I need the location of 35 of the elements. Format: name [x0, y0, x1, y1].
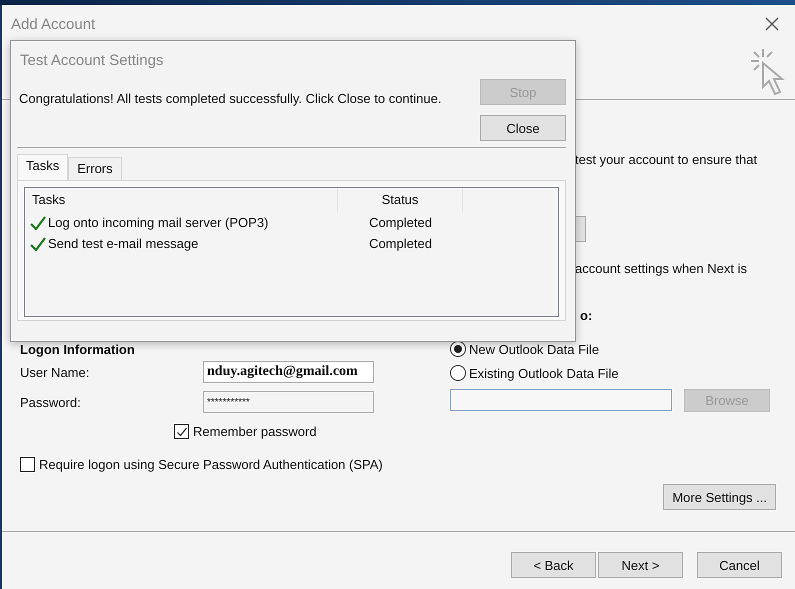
- file-path-field[interactable]: [450, 389, 672, 411]
- section-heading: o:: [579, 308, 594, 323]
- tab[interactable]: Errors: [68, 157, 122, 180]
- field-label: Password:: [20, 394, 82, 410]
- radio-label: Existing Outlook Data File: [469, 366, 619, 380]
- password-field[interactable]: ***********: [203, 391, 374, 413]
- footer-button[interactable]: Next >: [598, 552, 683, 578]
- task-status: Completed: [368, 215, 433, 230]
- radio-button[interactable]: [450, 341, 466, 357]
- window-title: Add Account: [11, 16, 96, 32]
- checkbox-label: Require logon using Secure Password Authentication (SPA): [39, 457, 383, 472]
- radio-label: New Outlook Data File: [469, 342, 600, 356]
- user-name-field[interactable]: nduy.agitech@gmail.com: [203, 361, 374, 383]
- section-heading: Logon Information: [20, 342, 136, 357]
- footer-button[interactable]: Cancel: [697, 552, 782, 578]
- column-header[interactable]: Tasks: [25, 188, 338, 212]
- status-message: Congratulations! All tests completed successfully. Click Close to continue.: [19, 91, 442, 108]
- description-text: test your account to ensure that: [574, 152, 758, 168]
- task-name: Log onto incoming mail server (POP3): [48, 215, 268, 230]
- cursor-sparkle-icon: [749, 47, 785, 97]
- description-text: account settings when Next is: [574, 261, 748, 276]
- dialog-title: Test Account Settings: [20, 52, 164, 69]
- checkbox[interactable]: [174, 424, 189, 439]
- close-button[interactable]: Close: [480, 115, 566, 141]
- radio-button[interactable]: [450, 365, 466, 381]
- more-settings-button[interactable]: More Settings ...: [663, 484, 776, 510]
- task-status: Completed: [368, 236, 433, 251]
- footer-button[interactable]: < Back: [511, 552, 596, 578]
- checkbox[interactable]: [20, 457, 35, 472]
- close-icon[interactable]: [765, 17, 779, 31]
- field-label: User Name:: [20, 364, 90, 380]
- tab[interactable]: Tasks: [17, 154, 68, 180]
- checkbox-label: Remember password: [193, 424, 317, 439]
- task-name: Send test e-mail message: [48, 236, 198, 251]
- column-header[interactable]: Status: [338, 188, 463, 212]
